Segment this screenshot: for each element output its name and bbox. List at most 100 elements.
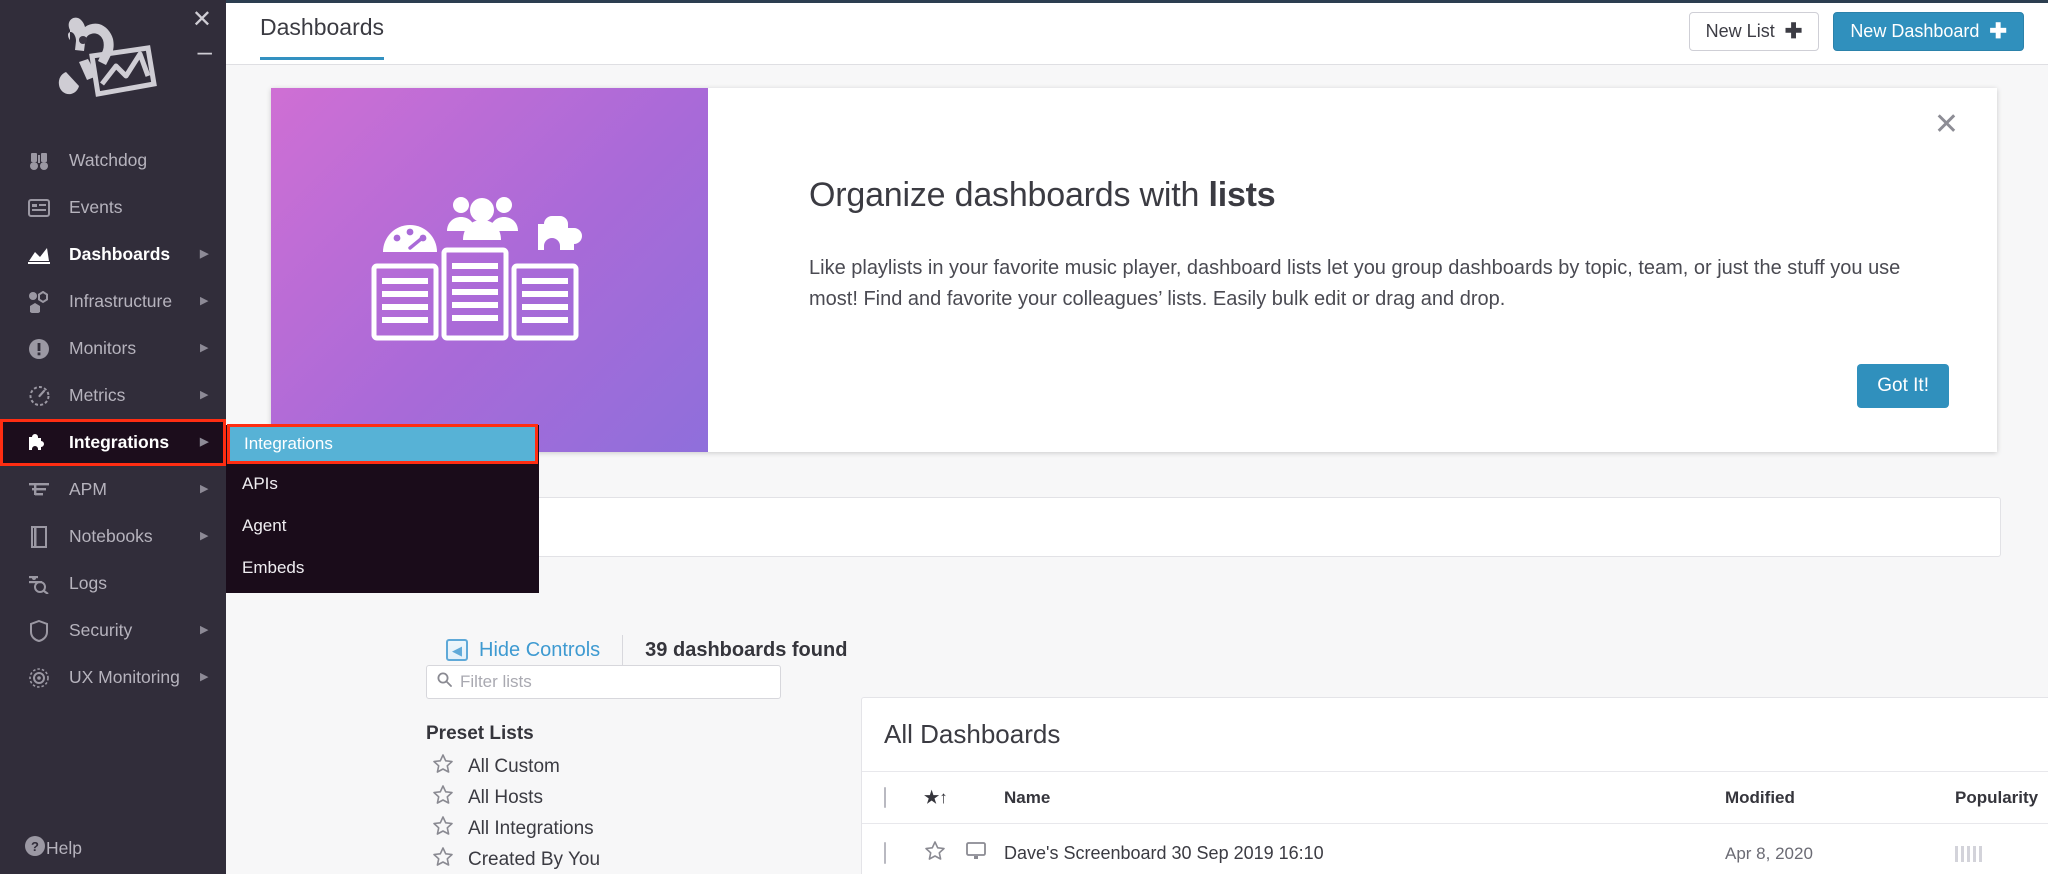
preset-item-created-by-you[interactable]: Created By You [432,846,600,874]
preset-item-all-custom[interactable]: All Custom [432,753,560,781]
logs-icon [24,571,54,597]
sidebar-item-monitors[interactable]: Monitors ▶ [0,325,226,372]
notebooks-icon [24,524,54,550]
sidebar-item-dashboards[interactable]: Dashboards ▶ [0,231,226,278]
preset-item-all-hosts[interactable]: All Hosts [432,784,543,812]
column-header-popularity[interactable]: Popularity [1955,788,2048,808]
preset-item-label: All Custom [468,756,560,777]
promo-cta: Got It! [1857,364,1949,408]
chevron-right-icon: ▶ [200,671,209,683]
column-header-modified[interactable]: Modified [1725,788,1955,808]
window-close-button[interactable]: ✕ [192,8,212,32]
sidebar-item-apm[interactable]: APM ▶ [0,466,226,513]
question-circle-icon: ? [24,835,46,862]
row-favorite-star[interactable] [924,840,966,867]
sidebar-item-security[interactable]: Security ▶ [0,607,226,654]
page-header: Dashboards New List ✚ New Dashboard ✚ [226,0,2048,65]
submenu-item-integrations[interactable]: Integrations [227,424,538,464]
new-dashboard-button[interactable]: New Dashboard ✚ [1833,12,2024,51]
row-modified: Apr 8, 2020 [1725,843,1813,863]
plus-icon: ✚ [1784,20,1803,43]
preset-item-label: All Hosts [468,787,543,808]
column-header-star[interactable]: ★↑ [924,788,966,808]
binoculars-icon [24,148,54,174]
screenboard-icon [966,842,1004,865]
sidebar-item-help[interactable]: ? Help [0,826,226,870]
preset-item-label: Created By You [468,849,601,870]
apm-icon [24,477,54,503]
monitors-icon [24,336,54,362]
window-minimize-button[interactable]: – [198,38,212,64]
chevron-right-icon: ▶ [200,389,209,401]
preset-item-all-integrations[interactable]: All Integrations [432,815,594,843]
row-name[interactable]: Dave's Screenboard 30 Sep 2019 16:10 [1004,843,1725,864]
sidebar-nav: Watchdog Events Dashboards ▶ Infrastruct… [0,137,226,701]
sidebar-item-label: Security [69,620,133,640]
table-row[interactable]: Dave's Screenboard 30 Sep 2019 16:10 Apr… [862,824,2048,874]
svg-text:?: ? [31,839,39,854]
sidebar-item-label: Integrations [69,432,170,452]
got-it-button[interactable]: Got It! [1857,364,1949,408]
chevron-right-icon: ▶ [200,530,209,542]
ux-monitoring-icon [24,665,54,691]
table-title: All Dashboards [862,698,2048,772]
sidebar-item-label: UX Monitoring [69,667,180,687]
collapse-left-icon: ◀ [446,639,468,661]
chevron-right-icon: ▶ [200,436,209,448]
submenu-item-agent[interactable]: Agent [226,505,539,547]
submenu-item-embeds[interactable]: Embeds [226,547,539,589]
promo-description: Like playlists in your favorite music pl… [809,257,1901,310]
header-accent-bar [226,0,2048,3]
star-outline-icon[interactable] [432,784,454,812]
dashboards-icon [24,242,54,268]
submenu-item-label: Integrations [244,434,333,453]
new-list-button[interactable]: New List ✚ [1688,12,1820,51]
hide-controls-label: Hide Controls [479,638,601,661]
submenu-item-apis[interactable]: APIs [226,463,539,505]
puzzle-icon [24,430,54,456]
sidebar-item-ux-monitoring[interactable]: UX Monitoring ▶ [0,654,226,701]
sidebar-topbar: ✕ – [0,0,226,133]
app-root: ✕ – Watchdog Events Dashboards ▶ Infrast… [0,0,2048,874]
select-all-checkbox-cell[interactable] [884,786,924,808]
new-dashboard-label: New Dashboard [1850,21,1980,41]
sidebar-item-label: Metrics [69,385,126,405]
hide-controls-button[interactable]: ◀ Hide Controls [446,639,600,662]
sidebar-item-label: Infrastructure [69,291,173,311]
sidebar-item-infrastructure[interactable]: Infrastructure ▶ [0,278,226,325]
search-icon [437,672,452,692]
star-outline-icon[interactable] [432,753,454,781]
sidebar-item-events[interactable]: Events [0,184,226,231]
close-icon[interactable]: ✕ [1934,110,1959,140]
sidebar-item-watchdog[interactable]: Watchdog [0,137,226,184]
sidebar-item-metrics[interactable]: Metrics ▶ [0,372,226,419]
sidebar-item-logs[interactable]: Logs [0,560,226,607]
promo-title: Organize dashboards with lists [809,176,1927,215]
all-dashboards-table: All Dashboards ★↑ Name Modified Populari… [861,697,2048,874]
datadog-logo [36,10,166,120]
star-outline-icon[interactable] [432,846,454,874]
promo-body: ✕ Organize dashboards with lists Like pl… [708,88,1997,452]
metrics-icon [24,383,54,409]
sidebar-item-notebooks[interactable]: Notebooks ▶ [0,513,226,560]
filter-lists-input[interactable] [460,672,770,692]
events-icon [24,195,54,221]
row-checkbox-cell[interactable] [884,842,924,864]
preset-lists-heading: Preset Lists [426,723,534,744]
controls-row: ◀ Hide Controls 39 dashboards found [446,635,847,665]
select-all-checkbox[interactable] [884,786,886,808]
promo-banner: ✕ Organize dashboards with lists Like pl… [271,88,1997,452]
row-checkbox[interactable] [884,842,886,864]
star-outline-icon[interactable] [432,815,454,843]
chevron-right-icon: ▶ [200,342,209,354]
shield-icon [24,618,54,644]
column-header-name[interactable]: Name [1004,788,1725,808]
tab-dashboards[interactable]: Dashboards [260,14,385,60]
sidebar-item-integrations[interactable]: Integrations ▶ [0,419,226,466]
new-list-label: New List [1705,21,1775,41]
filter-lists-field[interactable] [426,665,781,699]
divider [622,635,624,665]
submenu-item-label: Agent [242,516,287,535]
plus-icon: ✚ [1989,20,2007,43]
sidebar-item-label: Monitors [69,338,137,358]
